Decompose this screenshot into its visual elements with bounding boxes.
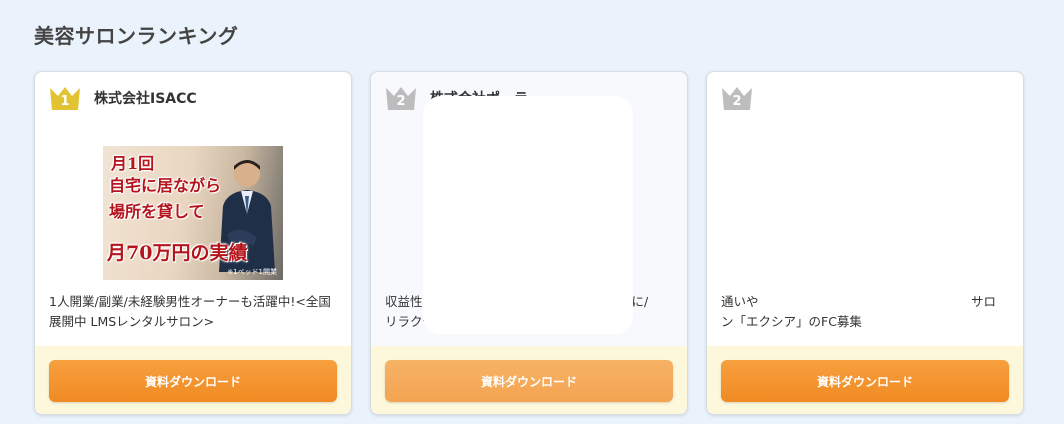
description-line-2: ン「エクシア」のFC募集 [721, 314, 862, 329]
card-header: 2 [721, 84, 1009, 112]
description-left: 通いや [721, 294, 759, 309]
description-left: 収益性 [385, 294, 423, 309]
rank-number: 1 [60, 94, 70, 109]
ranking-card-3: 2 通いや サロ ン「エクシア」のFC募集 資料ダウンロード [706, 71, 1024, 415]
crown-silver-icon: 2 [385, 85, 417, 111]
card-description: 1人開業/副業/未経験男性オーナーも活躍中!<全国展開中 LMSレンタルサロン> [49, 294, 331, 329]
download-brochure-button[interactable]: 資料ダウンロード [385, 360, 673, 402]
download-brochure-button[interactable]: 資料ダウンロード [721, 360, 1009, 402]
ranking-card-2: 2 株式会社ポーラ 収益性 舗に/ リラクセ 資料ダウンロード [370, 71, 688, 415]
card-footer: 資料ダウンロード [35, 346, 351, 414]
banner-credit: ※1ベッド1開業 [227, 268, 277, 276]
download-brochure-button[interactable]: 資料ダウンロード [49, 360, 337, 402]
crown-gold-icon: 1 [49, 85, 81, 111]
ranking-card-1: 1 株式会社ISACC 月1回 自宅に居ながら 場所を貸して 月70万円の実績 … [34, 71, 352, 415]
promo-banner-image[interactable]: 月1回 自宅に居ながら 場所を貸して 月70万円の実績 ※1ベッド1開業 [103, 146, 283, 280]
loading-overlay [423, 96, 633, 334]
section-title: 美容サロンランキング [34, 24, 239, 48]
card-footer: 資料ダウンロード [371, 346, 687, 414]
description-right: サロ [971, 294, 997, 309]
banner-line-1: 月1回 [111, 154, 155, 173]
banner-line-3: 場所を貸して [109, 202, 205, 221]
rank-number: 2 [396, 94, 406, 109]
card-header: 1 株式会社ISACC [49, 84, 337, 112]
banner-line-2: 自宅に居ながら [109, 176, 222, 195]
crown-silver-icon: 2 [721, 85, 753, 111]
card-footer: 資料ダウンロード [707, 346, 1023, 414]
banner-line-4: 月70万円の実績 [107, 242, 248, 264]
card-description: 通いや サロ ン「エクシア」のFC募集 [721, 292, 1011, 332]
company-name[interactable]: 株式会社ISACC [94, 88, 197, 108]
rank-number: 2 [732, 94, 742, 109]
